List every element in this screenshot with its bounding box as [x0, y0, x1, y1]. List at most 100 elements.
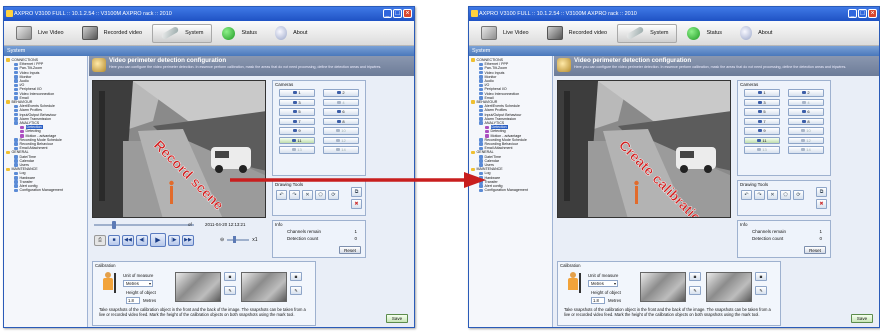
toolbar-live-video[interactable]: Live Video: [473, 24, 537, 43]
camera-button[interactable]: 3: [279, 98, 315, 106]
minimize-icon[interactable]: _: [383, 9, 392, 18]
camera-button[interactable]: 7: [744, 117, 780, 125]
camera-button[interactable]: 6: [788, 108, 824, 116]
close-icon[interactable]: ×: [868, 9, 877, 18]
camera-button[interactable]: 12: [788, 136, 824, 144]
redo-icon[interactable]: ↷: [289, 190, 300, 200]
step-forward-icon[interactable]: |▶: [168, 234, 180, 246]
zoom-out-icon[interactable]: ⊖: [220, 237, 224, 243]
toolbar-status[interactable]: Status: [679, 24, 730, 43]
polygon-icon[interactable]: ⬠: [315, 190, 326, 200]
camera-button[interactable]: 2: [788, 89, 824, 97]
camera-button[interactable]: 2: [323, 89, 359, 97]
rewind-icon[interactable]: ◀◀: [122, 234, 134, 246]
reset-button[interactable]: Reset: [804, 246, 826, 254]
clear-icon[interactable]: ✖: [816, 199, 827, 209]
camera-button[interactable]: 5: [279, 108, 315, 116]
camera-button[interactable]: 1: [744, 89, 780, 97]
take-snapshot-back-icon[interactable]: ◙: [290, 272, 302, 281]
take-snapshot-front-icon[interactable]: ◙: [224, 272, 236, 281]
camera-button[interactable]: 8: [788, 117, 824, 125]
delete-icon[interactable]: ✕: [302, 190, 313, 200]
toolbar-live-video[interactable]: Live Video: [8, 24, 72, 43]
camera-button[interactable]: 1: [279, 89, 315, 97]
camera-button[interactable]: 8: [323, 117, 359, 125]
camera-button[interactable]: 10: [788, 127, 824, 135]
save-button[interactable]: Save: [386, 314, 408, 323]
mark-tool-back-icon[interactable]: ✎: [755, 286, 767, 295]
zoom-slider[interactable]: [227, 236, 250, 243]
reset-button[interactable]: Reset: [339, 246, 361, 254]
video-view[interactable]: Record scene: [92, 80, 266, 218]
camera-icon: [801, 129, 806, 133]
zoom-control[interactable]: ⊖ x1: [220, 236, 257, 243]
toolbar-about[interactable]: About: [732, 24, 780, 43]
camera-button[interactable]: 12: [323, 136, 359, 144]
mark-tool-front-icon[interactable]: ✎: [689, 286, 701, 295]
delete-icon[interactable]: ✕: [767, 190, 778, 200]
info-row: Channels remain 1: [273, 228, 365, 235]
redo-icon[interactable]: ↷: [754, 190, 765, 200]
maximize-icon[interactable]: □: [393, 9, 402, 18]
snapshot-icon[interactable]: ⎙: [94, 234, 106, 246]
camera-button[interactable]: 14: [788, 146, 824, 154]
camera-button[interactable]: 13: [279, 146, 315, 154]
toolbar-recorded-video[interactable]: Recorded video: [539, 24, 616, 43]
play-icon[interactable]: ▶: [150, 233, 166, 247]
calibration-snapshot-front[interactable]: [175, 272, 221, 302]
video-view[interactable]: Create calibration: [557, 80, 731, 218]
step-back-icon[interactable]: ◀|: [136, 234, 148, 246]
close-icon[interactable]: ×: [403, 9, 412, 18]
maximize-icon[interactable]: □: [858, 9, 867, 18]
camera-button[interactable]: 11: [279, 136, 315, 144]
camera-button[interactable]: 5: [744, 108, 780, 116]
camera-button[interactable]: 9: [744, 127, 780, 135]
refresh-icon[interactable]: ⟳: [793, 190, 804, 200]
toolbar-status[interactable]: Status: [214, 24, 265, 43]
mark-tool-back-icon[interactable]: ✎: [290, 286, 302, 295]
folder-icon: [6, 167, 10, 172]
fast-forward-icon[interactable]: ▶▶: [182, 234, 194, 246]
take-snapshot-front-icon[interactable]: ◙: [689, 272, 701, 281]
stop-icon[interactable]: ■: [108, 234, 120, 246]
camera-button[interactable]: 4: [788, 98, 824, 106]
undo-icon[interactable]: ↶: [276, 190, 287, 200]
info-label: Channels remain: [752, 229, 787, 234]
camera-button[interactable]: 11: [744, 136, 780, 144]
camera-button[interactable]: 13: [744, 146, 780, 154]
refresh-icon[interactable]: ⟳: [328, 190, 339, 200]
calibration-help-text: Take snapshots of the calibration object…: [564, 307, 771, 317]
toolbar-system[interactable]: System: [617, 23, 678, 43]
camera-button[interactable]: 10: [323, 127, 359, 135]
camera-button[interactable]: 14: [323, 146, 359, 154]
unit-select[interactable]: Metres: [123, 280, 153, 287]
tree-item[interactable]: Configuration Management: [6, 188, 87, 192]
camera-button[interactable]: 4: [323, 98, 359, 106]
height-input[interactable]: 1.8: [126, 297, 140, 304]
timeline-slider[interactable]: [94, 221, 194, 229]
calibration-snapshot-back[interactable]: [706, 272, 752, 302]
toolbar-recorded-video[interactable]: Recorded video: [74, 24, 151, 43]
minimize-icon[interactable]: _: [848, 9, 857, 18]
polygon-icon[interactable]: ⬠: [780, 190, 791, 200]
mark-tool-front-icon[interactable]: ✎: [224, 286, 236, 295]
toolbar-about[interactable]: About: [267, 24, 315, 43]
info-panel: Info Channels remain 1 Detection count 0 R…: [737, 220, 831, 258]
height-input[interactable]: 1.8: [591, 297, 605, 304]
copy-icon[interactable]: ⧉: [816, 187, 827, 197]
clear-icon[interactable]: ✖: [351, 199, 362, 209]
camera-label: 13: [297, 147, 302, 153]
camera-button[interactable]: 7: [279, 117, 315, 125]
camera-button[interactable]: 6: [323, 108, 359, 116]
timeline-thumb[interactable]: [112, 221, 116, 229]
camera-button[interactable]: 3: [744, 98, 780, 106]
take-snapshot-back-icon[interactable]: ◙: [755, 272, 767, 281]
calibration-snapshot-back[interactable]: [241, 272, 287, 302]
toolbar-system[interactable]: System: [152, 23, 213, 43]
camera-button[interactable]: 9: [279, 127, 315, 135]
calibration-snapshot-front[interactable]: [640, 272, 686, 302]
undo-icon[interactable]: ↶: [741, 190, 752, 200]
of-label: of: [188, 222, 192, 227]
unit-select[interactable]: Metres: [588, 280, 618, 287]
save-button[interactable]: Save: [851, 314, 873, 323]
